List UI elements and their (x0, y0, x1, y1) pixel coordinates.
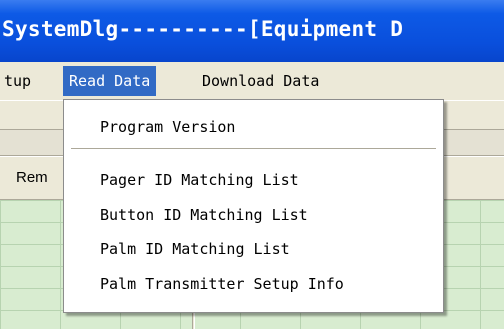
menu-item-pager-id-matching-list[interactable]: Pager ID Matching List (100, 167, 299, 193)
menu-item-button-id-matching-list[interactable]: Button ID Matching List (100, 202, 308, 228)
menu-item-program-version[interactable]: Program Version (100, 114, 235, 140)
menu-bar: tup Read Data Download Data (0, 62, 504, 100)
menu-download-data[interactable]: Download Data (196, 66, 325, 96)
menu-setup[interactable]: tup (0, 66, 37, 96)
title-bar[interactable]: SystemDlg----------[Equipment D (0, 0, 504, 62)
window-title: SystemDlg----------[Equipment D (2, 17, 404, 41)
column-header-remark[interactable]: Rem (16, 169, 48, 186)
menu-item-palm-id-matching-list[interactable]: Palm ID Matching List (100, 236, 290, 262)
read-data-dropdown-menu: Program Version Pager ID Matching List B… (63, 99, 444, 313)
menu-item-palm-transmitter-setup-info[interactable]: Palm Transmitter Setup Info (100, 271, 344, 297)
menu-read-data[interactable]: Read Data (63, 66, 157, 96)
menu-separator (71, 148, 436, 150)
